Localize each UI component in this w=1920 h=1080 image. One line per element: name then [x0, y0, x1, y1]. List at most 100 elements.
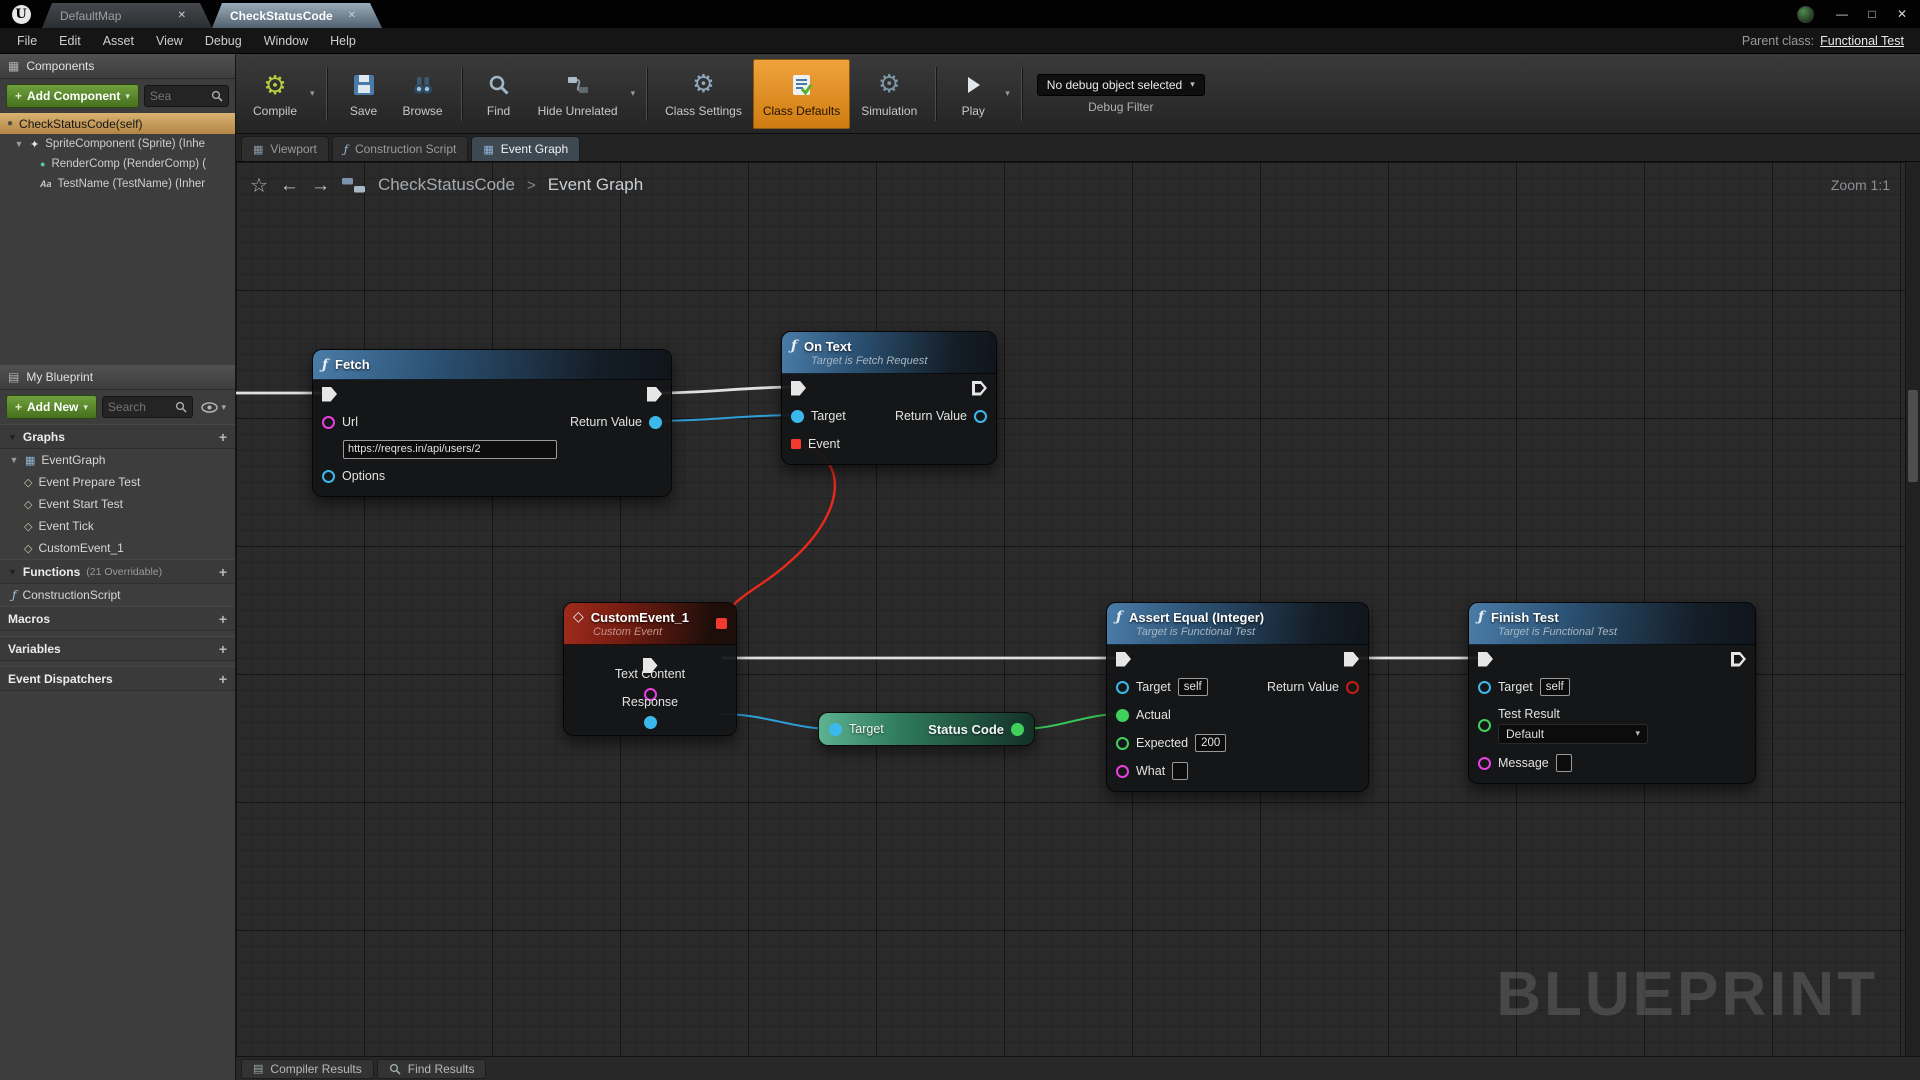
wire-exec-fetch-ontext[interactable] — [657, 387, 796, 393]
tab-viewport[interactable]: ▦ Viewport — [241, 136, 329, 161]
play-button[interactable]: Play — [945, 59, 1001, 129]
node-custom-event[interactable]: ◇ CustomEvent_1 Custom Event Text Conten… — [563, 602, 737, 736]
add-component-button[interactable]: + Add Component ▾ — [6, 84, 139, 108]
doc-tab-defaultmap[interactable]: DefaultMap ✕ — [42, 3, 212, 28]
menu-view[interactable]: View — [145, 28, 194, 53]
close-window-button[interactable]: ✕ — [1888, 3, 1916, 25]
target-pin[interactable] — [1116, 681, 1129, 694]
menu-asset[interactable]: Asset — [92, 28, 145, 53]
close-icon[interactable]: ✕ — [178, 10, 186, 21]
class-settings-button[interactable]: ⚙ Class Settings — [656, 59, 751, 129]
menu-debug[interactable]: Debug — [194, 28, 253, 53]
my-blueprint-panel-header[interactable]: ▤ My Blueprint — [0, 365, 235, 390]
target-pin[interactable] — [829, 723, 842, 736]
component-item-rendercomp[interactable]: ● RenderComp (RenderComp) ( — [0, 154, 235, 174]
play-options-caret[interactable]: ▾ — [1003, 88, 1012, 99]
node-fetch[interactable]: ƒ Fetch Url Return Va — [312, 349, 672, 497]
favorite-star-icon[interactable]: ☆ — [250, 173, 268, 198]
exec-out-pin[interactable] — [972, 381, 987, 396]
expander-icon[interactable]: ▼ — [9, 455, 19, 465]
event-tick-item[interactable]: ◇ Event Tick — [0, 515, 235, 537]
section-event-dispatchers[interactable]: Event Dispatchers + — [0, 666, 235, 691]
section-macros[interactable]: Macros + — [0, 606, 235, 631]
hide-unrelated-caret[interactable]: ▾ — [629, 88, 638, 99]
exec-out-pin[interactable] — [1731, 652, 1746, 667]
return-value-pin[interactable] — [1346, 681, 1359, 694]
custom-event-item[interactable]: ◇ CustomEvent_1 — [0, 537, 235, 559]
message-pin[interactable] — [1478, 757, 1491, 770]
eventgraph-item[interactable]: ▼ ▦ EventGraph — [0, 449, 235, 471]
browse-button[interactable]: Browse — [394, 59, 452, 129]
exec-in-pin[interactable] — [322, 387, 337, 402]
exec-out-pin[interactable] — [647, 387, 662, 402]
message-value-box[interactable] — [1556, 754, 1572, 772]
add-macro-button[interactable]: + — [219, 611, 227, 627]
exec-out-pin[interactable] — [1344, 652, 1359, 667]
exec-in-pin[interactable] — [791, 381, 806, 396]
test-result-pin[interactable] — [1478, 719, 1491, 732]
construction-script-item[interactable]: ƒ ConstructionScript — [0, 584, 235, 606]
url-pin[interactable] — [322, 416, 335, 429]
simulation-button[interactable]: ⚙ Simulation — [852, 59, 926, 129]
compile-button[interactable]: ⚙ Compile — [244, 59, 306, 129]
compile-options-caret[interactable]: ▾ — [308, 88, 317, 99]
tab-event-graph[interactable]: ▦ Event Graph — [471, 136, 580, 161]
class-defaults-button[interactable]: Class Defaults — [753, 59, 850, 129]
hide-unrelated-button[interactable]: Hide Unrelated — [529, 59, 627, 129]
add-dispatcher-button[interactable]: + — [219, 671, 227, 687]
options-pin[interactable] — [322, 470, 335, 483]
minimize-button[interactable]: — — [1828, 3, 1856, 25]
url-value-field[interactable] — [343, 440, 557, 459]
find-results-tab[interactable]: Find Results — [377, 1059, 487, 1079]
parent-class-link[interactable]: Functional Test — [1820, 34, 1904, 48]
visibility-filter-button[interactable]: ▾ — [198, 402, 229, 413]
save-button[interactable]: Save — [336, 59, 392, 129]
tab-construction-script[interactable]: ƒ Construction Script — [332, 136, 468, 161]
find-button[interactable]: Find — [471, 59, 527, 129]
status-code-out-pin[interactable] — [1011, 723, 1024, 736]
return-value-pin[interactable] — [974, 410, 987, 423]
what-value-box[interactable] — [1172, 762, 1188, 780]
maximize-button[interactable]: □ — [1858, 3, 1886, 25]
expected-value-box[interactable]: 200 — [1195, 734, 1226, 752]
node-assert-equal[interactable]: ƒ Assert Equal (Integer) Target is Funct… — [1106, 602, 1369, 792]
section-functions[interactable]: ▼ Functions (21 Overridable) + — [0, 559, 235, 584]
test-result-dropdown[interactable]: Default ▾ — [1498, 724, 1648, 744]
return-value-pin[interactable] — [649, 416, 662, 429]
component-item-sprite[interactable]: ▼ ✦ SpriteComponent (Sprite) (Inhe — [0, 134, 235, 154]
components-search-input[interactable] — [150, 89, 208, 103]
component-root-item[interactable]: ● CheckStatusCode(self) — [0, 113, 235, 134]
menu-file[interactable]: File — [6, 28, 48, 53]
collapse-icon[interactable]: ▼ — [8, 432, 17, 442]
wire-delegate-event-customevent[interactable] — [725, 443, 835, 622]
response-pin[interactable] — [644, 716, 657, 729]
exec-in-pin[interactable] — [1116, 652, 1131, 667]
add-variable-button[interactable]: + — [219, 641, 227, 657]
add-new-button[interactable]: + Add New ▾ — [6, 395, 97, 419]
event-prepare-test-item[interactable]: ◇ Event Prepare Test — [0, 471, 235, 493]
what-pin[interactable] — [1116, 765, 1129, 778]
event-start-test-item[interactable]: ◇ Event Start Test — [0, 493, 235, 515]
node-finish-test[interactable]: ƒ Finish Test Target is Functional Test … — [1468, 602, 1756, 784]
back-arrow-icon[interactable]: → — [280, 176, 299, 195]
actual-pin[interactable] — [1116, 709, 1129, 722]
graph-canvas[interactable]: ☆ → → CheckStatusCode > Event Graph Zoom… — [236, 162, 1920, 1056]
target-value-box[interactable]: self — [1178, 678, 1208, 696]
scrollbar-thumb[interactable] — [1908, 390, 1918, 482]
target-value-box[interactable]: self — [1540, 678, 1570, 696]
delegate-out-pin[interactable] — [716, 618, 727, 629]
menu-window[interactable]: Window — [253, 28, 319, 53]
debug-object-select[interactable]: No debug object selected ▾ — [1037, 74, 1205, 96]
wire-object-response-statuscode[interactable] — [722, 714, 833, 729]
compiler-results-tab[interactable]: ▤ Compiler Results — [241, 1059, 374, 1079]
my-blueprint-search[interactable] — [102, 396, 194, 418]
menu-edit[interactable]: Edit — [48, 28, 92, 53]
target-pin[interactable] — [1478, 681, 1491, 694]
expected-pin[interactable] — [1116, 737, 1129, 750]
target-pin[interactable] — [791, 410, 804, 423]
node-status-code[interactable]: Target Status Code — [818, 712, 1035, 746]
components-search[interactable] — [144, 85, 229, 107]
components-panel-header[interactable]: ▦ Components — [0, 54, 235, 79]
exec-in-pin[interactable] — [1478, 652, 1493, 667]
my-blueprint-search-input[interactable] — [108, 400, 173, 414]
